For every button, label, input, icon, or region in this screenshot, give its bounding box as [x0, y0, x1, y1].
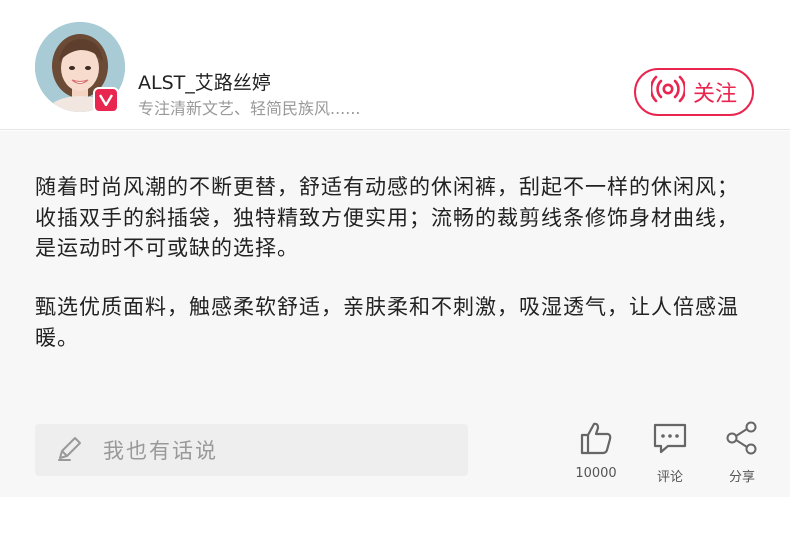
post-content: 随着时尚风潮的不断更替，舒适有动感的休闲裤，刮起不一样的休闲风；收插双手的斜插袋…: [0, 131, 790, 497]
content-paragraph: 随着时尚风潮的不断更替，舒适有动感的休闲裤，刮起不一样的休闲风；收插双手的斜插袋…: [35, 175, 739, 260]
user-name[interactable]: ALST_艾路丝婷: [138, 68, 271, 95]
post-header: ALST_艾路丝婷 专注清新文艺、轻简民族风...... 关注: [0, 0, 790, 130]
user-subtitle: 专注清新文艺、轻简民族风......: [138, 99, 361, 118]
avatar[interactable]: [35, 22, 125, 113]
comment-input[interactable]: 我也有话说: [35, 424, 468, 476]
follow-label: 关注: [692, 82, 737, 107]
share-icon: [724, 420, 760, 460]
comment-label: 评论: [656, 470, 683, 485]
pencil-icon: [55, 433, 85, 467]
comment-icon: [652, 420, 688, 460]
like-count: 10000: [575, 466, 617, 481]
broadcast-icon: [649, 75, 687, 109]
like-button[interactable]: 10000: [566, 420, 626, 481]
comment-button[interactable]: 评论: [640, 420, 700, 485]
footer-space: [0, 497, 790, 535]
share-label: 分享: [728, 470, 755, 485]
comment-placeholder: 我也有话说: [103, 439, 218, 463]
thumbs-up-icon: [579, 420, 613, 460]
follow-button[interactable]: 关注: [634, 68, 754, 116]
share-button[interactable]: 分享: [712, 420, 772, 485]
content-paragraph: 甄选优质面料，触感柔软舒适，亲肤柔和不刺激，吸湿透气，让人倍感温暖。: [35, 295, 739, 350]
verified-v-icon: [93, 87, 119, 113]
